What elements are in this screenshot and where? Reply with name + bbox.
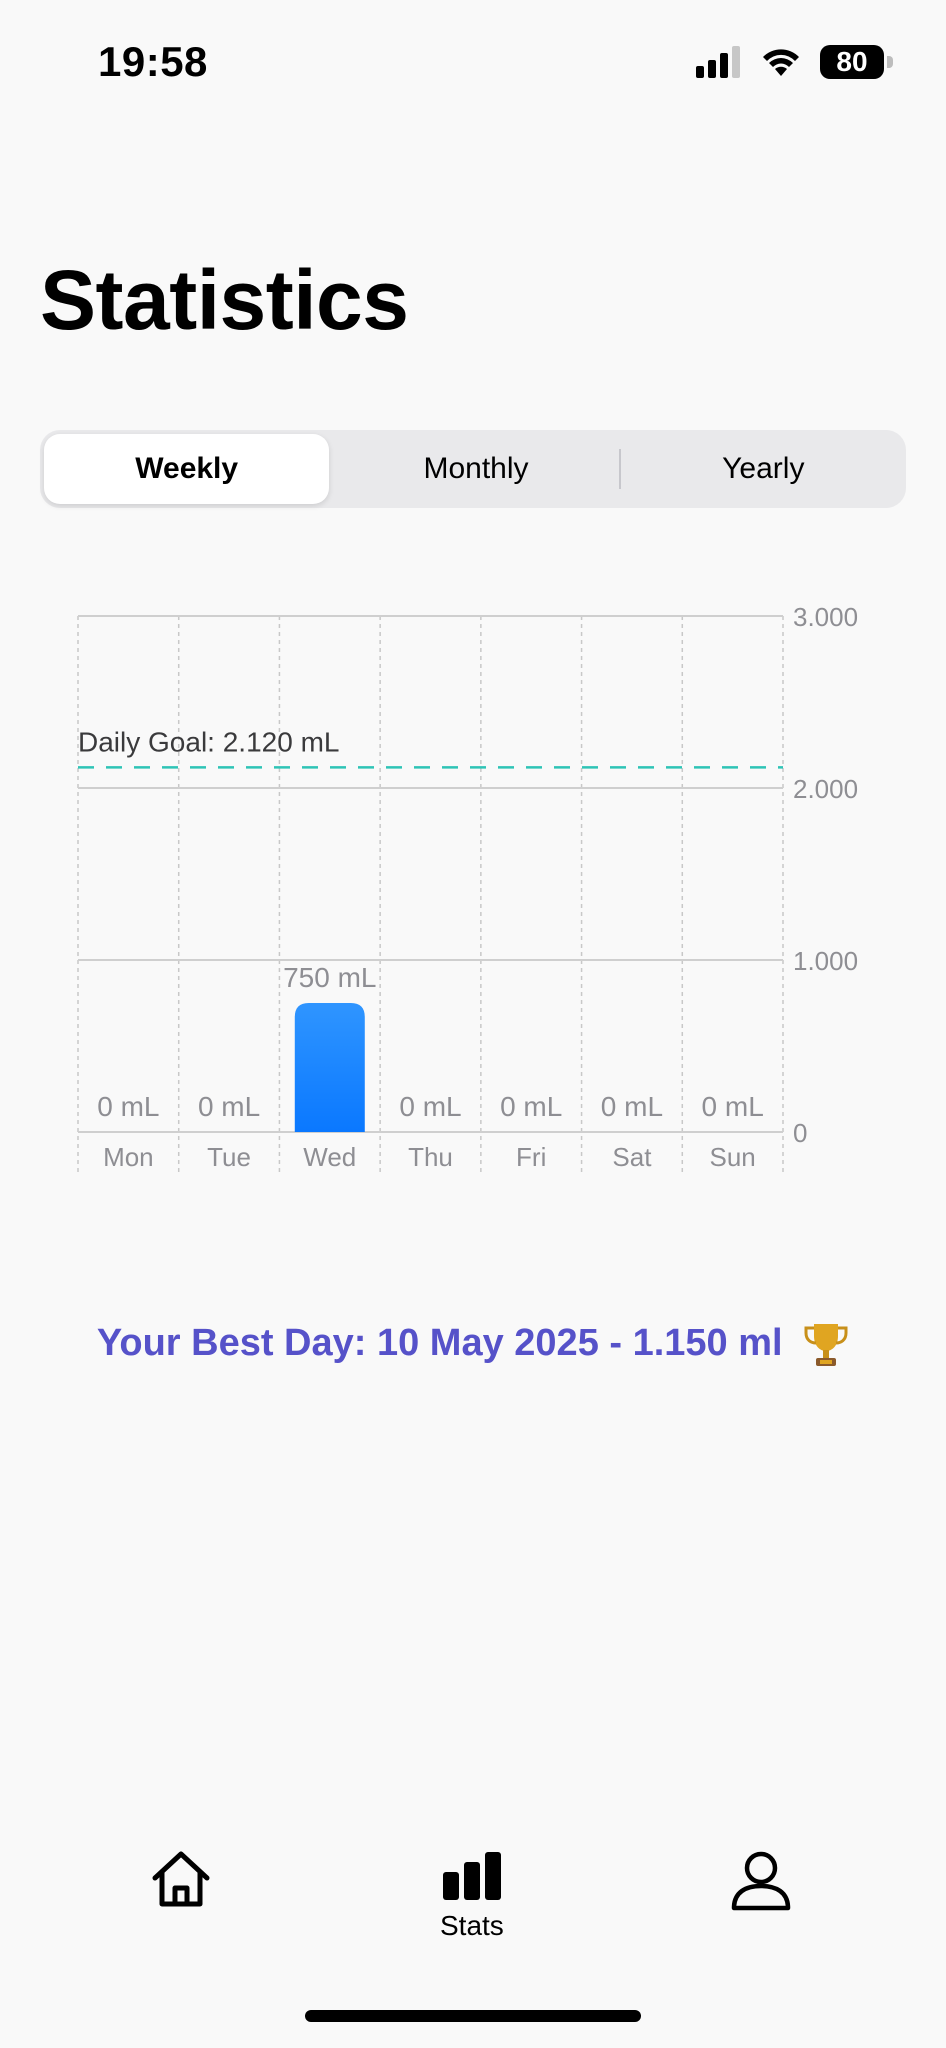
best-day-text: Your Best Day: 10 May 2025 - 1.150 ml (96, 1322, 783, 1365)
tab-profile[interactable] (730, 1850, 792, 1920)
trophy-icon (804, 1324, 848, 1366)
segment-yearly[interactable]: Yearly (621, 430, 906, 508)
bar-value-label: 0 mL (97, 1091, 159, 1122)
tab-stats[interactable]: Stats (440, 1850, 504, 1942)
daily-goal-label: Daily Goal: 2.120 mL (78, 726, 339, 757)
x-category-label: Sat (612, 1142, 652, 1172)
bar-value-label: 0 mL (500, 1091, 562, 1122)
bar-value-label: 0 mL (702, 1091, 764, 1122)
bar-value-label: 750 mL (283, 962, 376, 993)
tab-bar: Stats (0, 1850, 946, 1970)
battery-icon: 80 (820, 45, 893, 79)
bar-value-label: 0 mL (198, 1091, 260, 1122)
bar-wed (294, 1003, 365, 1132)
y-tick-label: 1.000 (793, 946, 858, 976)
home-icon (152, 1851, 210, 1907)
x-category-label: Sun (710, 1142, 756, 1172)
y-tick-label: 2.000 (793, 774, 858, 804)
x-category-label: Wed (303, 1142, 356, 1172)
stats-icon (442, 1852, 501, 1900)
status-icons: 80 (696, 44, 893, 80)
x-category-label: Mon (103, 1142, 154, 1172)
profile-icon (731, 1851, 791, 1911)
weekly-intake-chart: 0 1.000 2.000 3.000 Daily Goal: 2.120 mL 0 mL… (77, 602, 858, 1174)
x-category-label: Tue (207, 1142, 251, 1172)
bar-value-label: 0 mL (601, 1091, 663, 1122)
segment-weekly[interactable]: Weekly (44, 434, 330, 504)
y-tick-label: 3.000 (793, 602, 858, 632)
status-time: 19:58 (98, 38, 208, 85)
battery-cap (887, 56, 893, 68)
tab-home[interactable] (150, 1850, 212, 1916)
statistics-screen: 19:58 80 Statistics Weekly Monthly Yearl… (0, 0, 946, 2048)
x-category-label: Thu (408, 1142, 453, 1172)
cellular-signal-icon (696, 46, 740, 78)
battery-level: 80 (836, 46, 868, 77)
best-day-summary: Your Best Day: 10 May 2025 - 1.150 ml (0, 1320, 946, 1370)
period-segmented-control: Weekly Monthly Yearly (40, 430, 906, 508)
y-tick-label: 0 (793, 1118, 807, 1148)
wifi-icon (763, 49, 799, 76)
tab-stats-label: Stats (440, 1910, 504, 1941)
x-category-label: Fri (516, 1142, 546, 1172)
page-title: Statistics (40, 253, 409, 347)
segment-monthly[interactable]: Monthly (333, 430, 618, 508)
home-indicator (305, 2010, 641, 2022)
bar-value-label: 0 mL (399, 1091, 461, 1122)
